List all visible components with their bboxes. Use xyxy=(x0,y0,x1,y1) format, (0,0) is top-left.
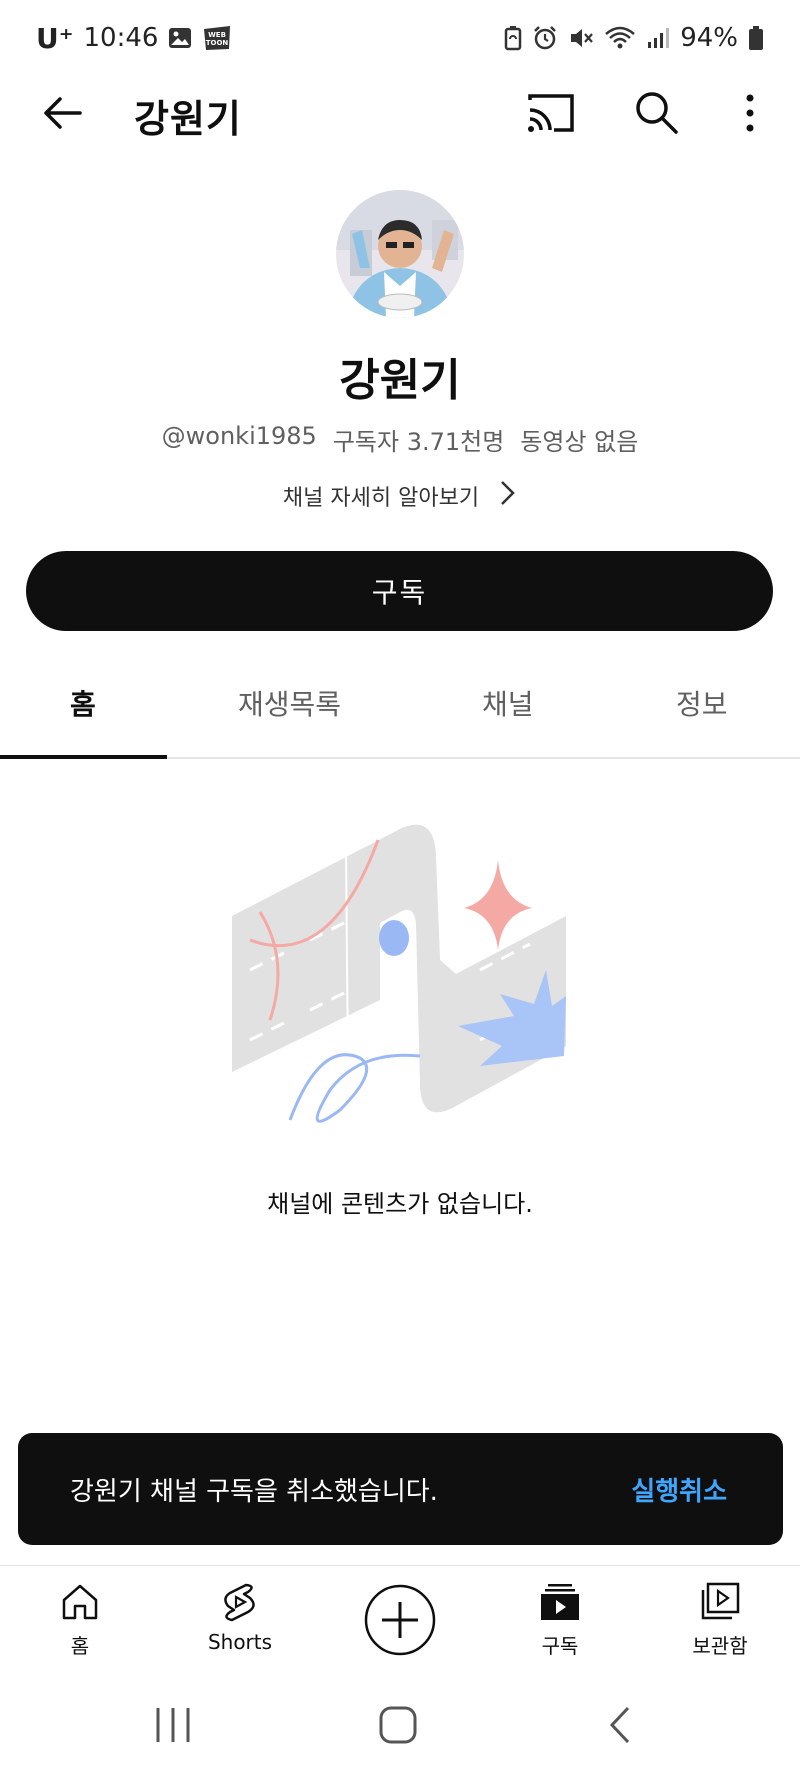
channel-name: 강원기 xyxy=(339,355,461,406)
nav-home-label: 홈 xyxy=(70,1634,90,1658)
empty-state-message: 채널에 콘텐츠가 없습니다. xyxy=(267,1190,533,1218)
mute-icon xyxy=(568,25,594,51)
nav-shorts[interactable]: Shorts xyxy=(180,1580,300,1654)
back-arrow-icon[interactable] xyxy=(38,88,88,138)
webtoon-label-bottom: TOON xyxy=(206,39,229,47)
system-back-icon[interactable] xyxy=(606,1704,636,1750)
tab-about[interactable]: 정보 xyxy=(676,683,728,723)
image-icon xyxy=(168,27,192,49)
empty-state-illustration xyxy=(230,820,570,1140)
subscriptions-icon xyxy=(538,1580,582,1624)
snackbar: 강원기 채널 구독을 취소했습니다. 실행취소 xyxy=(18,1433,783,1545)
status-bar-left: U⁺ 10:46 WEB TOON xyxy=(36,22,232,55)
add-circle-icon xyxy=(364,1584,436,1660)
nav-library[interactable]: 보관함 xyxy=(660,1580,780,1659)
tab-home[interactable]: 홈 xyxy=(70,683,96,723)
recent-apps-icon[interactable] xyxy=(150,1704,196,1750)
nav-subscriptions[interactable]: 구독 xyxy=(500,1580,620,1659)
battery-icon xyxy=(748,25,764,51)
battery-percent: 94% xyxy=(680,23,738,53)
cast-icon[interactable] xyxy=(524,86,578,140)
channel-handle: @wonki1985 xyxy=(161,422,317,450)
snackbar-message: 강원기 채널 구독을 취소했습니다. xyxy=(70,1476,438,1507)
signal-icon xyxy=(646,26,670,50)
tab-channels[interactable]: 채널 xyxy=(482,683,534,723)
nav-shorts-label: Shorts xyxy=(207,1630,273,1654)
system-navigation xyxy=(0,1680,800,1778)
wifi-icon xyxy=(604,25,636,51)
search-icon[interactable] xyxy=(630,86,684,140)
webtoon-label-top: WEB xyxy=(209,31,227,39)
library-icon xyxy=(698,1580,742,1624)
alarm-icon xyxy=(532,25,558,51)
chevron-right-icon xyxy=(497,478,517,514)
nav-home[interactable]: 홈 xyxy=(20,1580,140,1659)
battery-saver-icon xyxy=(504,25,522,51)
shorts-icon xyxy=(218,1580,262,1624)
subscribe-button[interactable]: 구독 xyxy=(26,551,773,631)
channel-more-info[interactable]: 채널 자세히 알아보기 xyxy=(0,478,800,514)
clock: 10:46 xyxy=(83,23,159,53)
app-bar-title: 강원기 xyxy=(134,97,242,141)
home-button-icon[interactable] xyxy=(376,1704,420,1750)
tab-playlists[interactable]: 재생목록 xyxy=(238,683,341,723)
video-count: 동영상 없음 xyxy=(520,428,639,456)
channel-more-info-label: 채널 자세히 알아보기 xyxy=(282,486,480,511)
app-bar: 강원기 xyxy=(0,76,800,148)
channel-meta: @wonki1985 구독자 3.71천명 동영상 없음 xyxy=(0,422,800,457)
create-button[interactable] xyxy=(364,1584,436,1656)
status-bar: U⁺ 10:46 WEB TOON 94% xyxy=(0,0,800,76)
carrier-label: U⁺ xyxy=(36,21,74,55)
undo-button[interactable]: 실행취소 xyxy=(631,1471,727,1508)
active-tab-indicator xyxy=(0,755,167,759)
webtoon-icon: WEB TOON xyxy=(202,25,232,51)
bottom-navigation: 홈 Shorts 구독 보관함 xyxy=(0,1565,800,1675)
more-vert-icon[interactable] xyxy=(730,86,770,140)
nav-library-label: 보관함 xyxy=(692,1634,748,1658)
nav-subscriptions-label: 구독 xyxy=(541,1634,579,1658)
channel-avatar[interactable] xyxy=(336,190,464,318)
channel-tabs: 홈 재생목록 채널 정보 xyxy=(0,665,800,759)
status-bar-right: 94% xyxy=(504,23,764,53)
home-icon xyxy=(58,1580,102,1624)
subscriber-count: 구독자 3.71천명 xyxy=(332,428,505,456)
